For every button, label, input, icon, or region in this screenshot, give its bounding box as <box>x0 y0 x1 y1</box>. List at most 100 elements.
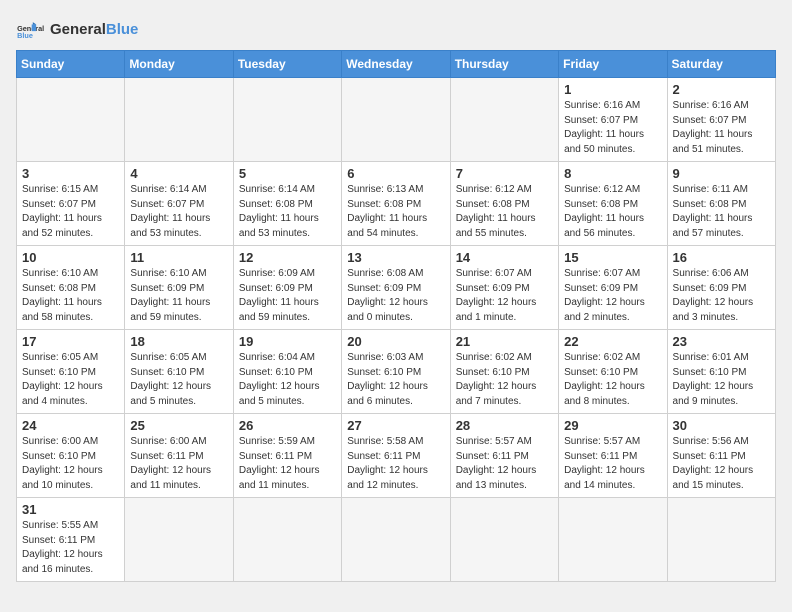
day-info: Sunrise: 5:55 AM Sunset: 6:11 PM Dayligh… <box>22 519 119 577</box>
day-info: Sunrise: 6:08 AM Sunset: 6:09 PM Dayligh… <box>347 267 444 325</box>
day-info: Sunrise: 6:07 AM Sunset: 6:09 PM Dayligh… <box>564 267 661 325</box>
day-cell: 12Sunrise: 6:09 AM Sunset: 6:09 PM Dayli… <box>233 246 341 330</box>
day-cell: 3Sunrise: 6:15 AM Sunset: 6:07 PM Daylig… <box>17 162 125 246</box>
day-number: 17 <box>22 334 119 349</box>
day-info: Sunrise: 6:04 AM Sunset: 6:10 PM Dayligh… <box>239 351 336 409</box>
day-cell <box>559 498 667 582</box>
day-number: 28 <box>456 418 553 433</box>
day-number: 9 <box>673 166 770 181</box>
day-info: Sunrise: 5:57 AM Sunset: 6:11 PM Dayligh… <box>564 435 661 493</box>
day-cell <box>342 78 450 162</box>
day-number: 26 <box>239 418 336 433</box>
day-info: Sunrise: 6:06 AM Sunset: 6:09 PM Dayligh… <box>673 267 770 325</box>
day-cell: 4Sunrise: 6:14 AM Sunset: 6:07 PM Daylig… <box>125 162 233 246</box>
day-number: 10 <box>22 250 119 265</box>
day-number: 29 <box>564 418 661 433</box>
day-cell: 24 Sunrise: 6:00 AM Sunset: 6:10 PM Dayli… <box>17 414 125 498</box>
day-cell: 2Sunrise: 6:16 AM Sunset: 6:07 PM Daylig… <box>667 78 775 162</box>
day-cell: 17 Sunrise: 6:05 AM Sunset: 6:10 PM Dayli… <box>17 330 125 414</box>
day-cell: 13 Sunrise: 6:08 AM Sunset: 6:09 PM Dayli… <box>342 246 450 330</box>
day-cell <box>450 498 558 582</box>
day-info: Sunrise: 6:03 AM Sunset: 6:10 PM Dayligh… <box>347 351 444 409</box>
day-number: 16 <box>673 250 770 265</box>
day-info: Sunrise: 6:14 AM Sunset: 6:08 PM Dayligh… <box>239 183 336 241</box>
logo: General Blue GeneralBlue <box>16 16 138 44</box>
day-cell: 29 Sunrise: 5:57 AM Sunset: 6:11 PM Dayli… <box>559 414 667 498</box>
week-row-1: 3Sunrise: 6:15 AM Sunset: 6:07 PM Daylig… <box>17 162 776 246</box>
day-info: Sunrise: 6:02 AM Sunset: 6:10 PM Dayligh… <box>456 351 553 409</box>
day-info: Sunrise: 6:07 AM Sunset: 6:09 PM Dayligh… <box>456 267 553 325</box>
day-number: 25 <box>130 418 227 433</box>
day-number: 18 <box>130 334 227 349</box>
day-info: Sunrise: 5:57 AM Sunset: 6:11 PM Dayligh… <box>456 435 553 493</box>
header-cell-saturday: Saturday <box>667 51 775 78</box>
day-cell: 20Sunrise: 6:03 AM Sunset: 6:10 PM Dayli… <box>342 330 450 414</box>
day-number: 21 <box>456 334 553 349</box>
day-cell: 9 Sunrise: 6:11 AM Sunset: 6:08 PM Daylig… <box>667 162 775 246</box>
day-info: Sunrise: 6:12 AM Sunset: 6:08 PM Dayligh… <box>456 183 553 241</box>
day-cell: 19 Sunrise: 6:04 AM Sunset: 6:10 PM Dayli… <box>233 330 341 414</box>
day-cell: 18 Sunrise: 6:05 AM Sunset: 6:10 PM Dayli… <box>125 330 233 414</box>
header: General Blue GeneralBlue <box>16 16 776 44</box>
day-info: Sunrise: 6:01 AM Sunset: 6:10 PM Dayligh… <box>673 351 770 409</box>
day-info: Sunrise: 6:05 AM Sunset: 6:10 PM Dayligh… <box>130 351 227 409</box>
day-number: 8 <box>564 166 661 181</box>
day-cell: 22Sunrise: 6:02 AM Sunset: 6:10 PM Dayli… <box>559 330 667 414</box>
day-number: 1 <box>564 82 661 97</box>
day-info: Sunrise: 6:09 AM Sunset: 6:09 PM Dayligh… <box>239 267 336 325</box>
day-number: 11 <box>130 250 227 265</box>
week-row-2: 10 Sunrise: 6:10 AM Sunset: 6:08 PM Dayli… <box>17 246 776 330</box>
day-info: Sunrise: 5:59 AM Sunset: 6:11 PM Dayligh… <box>239 435 336 493</box>
day-cell: 27 Sunrise: 5:58 AM Sunset: 6:11 PM Dayli… <box>342 414 450 498</box>
header-cell-friday: Friday <box>559 51 667 78</box>
day-cell: 31Sunrise: 5:55 AM Sunset: 6:11 PM Dayli… <box>17 498 125 582</box>
logo-text: GeneralBlue <box>50 21 138 39</box>
header-row: SundayMondayTuesdayWednesdayThursdayFrid… <box>17 51 776 78</box>
day-number: 27 <box>347 418 444 433</box>
day-cell <box>125 78 233 162</box>
day-info: Sunrise: 6:16 AM Sunset: 6:07 PM Dayligh… <box>673 99 770 157</box>
day-cell <box>17 78 125 162</box>
svg-text:Blue: Blue <box>17 31 33 40</box>
day-cell: 5Sunrise: 6:14 AM Sunset: 6:08 PM Daylig… <box>233 162 341 246</box>
day-info: Sunrise: 6:12 AM Sunset: 6:08 PM Dayligh… <box>564 183 661 241</box>
day-info: Sunrise: 5:56 AM Sunset: 6:11 PM Dayligh… <box>673 435 770 493</box>
day-number: 14 <box>456 250 553 265</box>
day-cell: 6 Sunrise: 6:13 AM Sunset: 6:08 PM Daylig… <box>342 162 450 246</box>
logo-icon: General Blue <box>16 16 44 44</box>
day-number: 13 <box>347 250 444 265</box>
day-number: 15 <box>564 250 661 265</box>
day-cell: 7 Sunrise: 6:12 AM Sunset: 6:08 PM Daylig… <box>450 162 558 246</box>
day-cell <box>450 78 558 162</box>
day-cell <box>233 498 341 582</box>
day-cell <box>342 498 450 582</box>
day-info: Sunrise: 6:05 AM Sunset: 6:10 PM Dayligh… <box>22 351 119 409</box>
day-cell: 10 Sunrise: 6:10 AM Sunset: 6:08 PM Dayli… <box>17 246 125 330</box>
day-number: 24 <box>22 418 119 433</box>
header-cell-monday: Monday <box>125 51 233 78</box>
day-cell: 16 Sunrise: 6:06 AM Sunset: 6:09 PM Dayli… <box>667 246 775 330</box>
day-cell: 26 Sunrise: 5:59 AM Sunset: 6:11 PM Dayli… <box>233 414 341 498</box>
day-info: Sunrise: 6:00 AM Sunset: 6:10 PM Dayligh… <box>22 435 119 493</box>
day-info: Sunrise: 6:16 AM Sunset: 6:07 PM Dayligh… <box>564 99 661 157</box>
day-number: 4 <box>130 166 227 181</box>
day-info: Sunrise: 5:58 AM Sunset: 6:11 PM Dayligh… <box>347 435 444 493</box>
calendar-body: 1 Sunrise: 6:16 AM Sunset: 6:07 PM Daylig… <box>17 78 776 582</box>
day-number: 19 <box>239 334 336 349</box>
day-number: 7 <box>456 166 553 181</box>
day-number: 3 <box>22 166 119 181</box>
day-cell <box>233 78 341 162</box>
day-cell: 1 Sunrise: 6:16 AM Sunset: 6:07 PM Daylig… <box>559 78 667 162</box>
day-number: 30 <box>673 418 770 433</box>
week-row-4: 24 Sunrise: 6:00 AM Sunset: 6:10 PM Dayli… <box>17 414 776 498</box>
day-number: 6 <box>347 166 444 181</box>
day-info: Sunrise: 6:11 AM Sunset: 6:08 PM Dayligh… <box>673 183 770 241</box>
day-info: Sunrise: 6:10 AM Sunset: 6:08 PM Dayligh… <box>22 267 119 325</box>
week-row-0: 1 Sunrise: 6:16 AM Sunset: 6:07 PM Daylig… <box>17 78 776 162</box>
day-info: Sunrise: 6:13 AM Sunset: 6:08 PM Dayligh… <box>347 183 444 241</box>
calendar-header: SundayMondayTuesdayWednesdayThursdayFrid… <box>17 51 776 78</box>
day-cell: 30 Sunrise: 5:56 AM Sunset: 6:11 PM Dayli… <box>667 414 775 498</box>
day-cell: 15 Sunrise: 6:07 AM Sunset: 6:09 PM Dayli… <box>559 246 667 330</box>
week-row-5: 31Sunrise: 5:55 AM Sunset: 6:11 PM Dayli… <box>17 498 776 582</box>
header-cell-sunday: Sunday <box>17 51 125 78</box>
